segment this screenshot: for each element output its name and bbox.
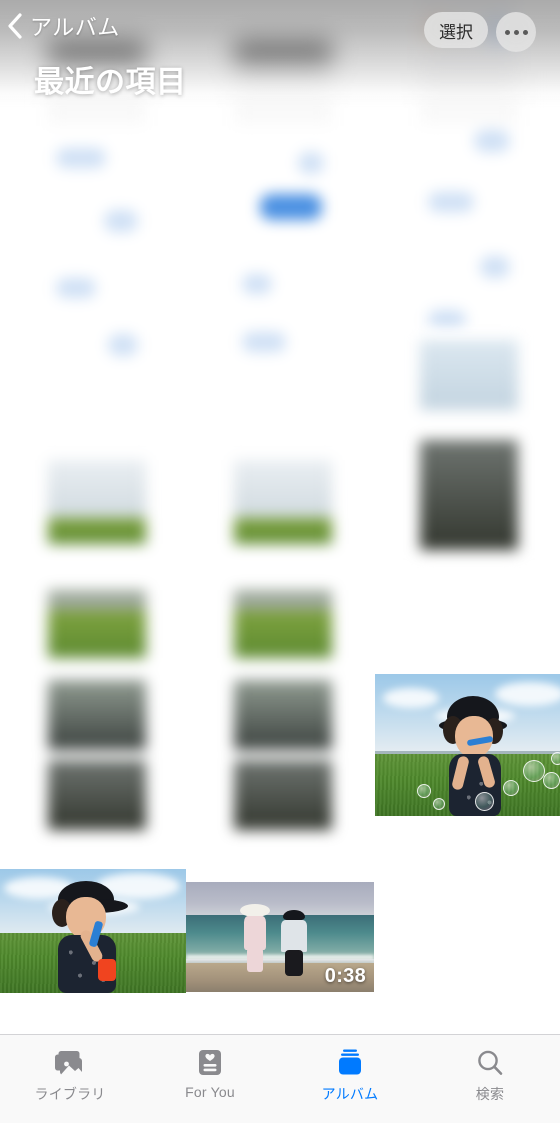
photo-grid-scroll-area[interactable]: 567891011 12131415161718 19202122232425 … [0, 0, 560, 1035]
more-options-button[interactable] [496, 12, 536, 52]
tab-bar: ライブラリ For You アルバム 検索 [0, 1034, 560, 1123]
chevron-left-icon [4, 11, 26, 41]
grid-item-photo[interactable] [234, 430, 332, 830]
tab-for-you-label: For You [185, 1084, 235, 1100]
heart-card-icon [188, 1046, 232, 1080]
tab-albums-label: アルバム [321, 1086, 379, 1102]
video-duration-badge: 0:38 [324, 965, 366, 987]
grid-item-photo[interactable] [375, 674, 560, 816]
grid-item-photo[interactable] [0, 869, 186, 993]
tab-search[interactable]: 検索 [420, 1035, 560, 1123]
photo-stack-icon [48, 1046, 92, 1080]
albums-stack-icon [328, 1046, 372, 1080]
grid-item-screenshot[interactable]: 567891011 12131415161718 19202122232425 … [234, 0, 332, 92]
tab-search-label: 検索 [475, 1086, 505, 1102]
grid-item-video[interactable]: 0:38 [186, 882, 374, 992]
ellipsis-icon-dot [504, 29, 510, 35]
grid-item-screenshot[interactable] [48, 96, 146, 426]
back-button-label: アルバム [30, 15, 120, 40]
ellipsis-icon-dot [513, 29, 519, 35]
photos-app-screen: 567891011 12131415161718 19202122232425 … [0, 0, 560, 1123]
select-button[interactable]: 選択 [424, 12, 488, 48]
select-button-label: 選択 [439, 22, 473, 42]
ellipsis-icon-dot [522, 29, 528, 35]
search-icon [468, 1046, 512, 1080]
tab-library-label: ライブラリ [34, 1086, 106, 1102]
grid-item-photo[interactable] [420, 330, 518, 560]
grid-item-photo[interactable] [48, 430, 146, 830]
tab-library[interactable]: ライブラリ [0, 1035, 140, 1123]
back-button[interactable]: アルバム [4, 10, 120, 42]
grid-item-screenshot[interactable] [234, 96, 332, 426]
